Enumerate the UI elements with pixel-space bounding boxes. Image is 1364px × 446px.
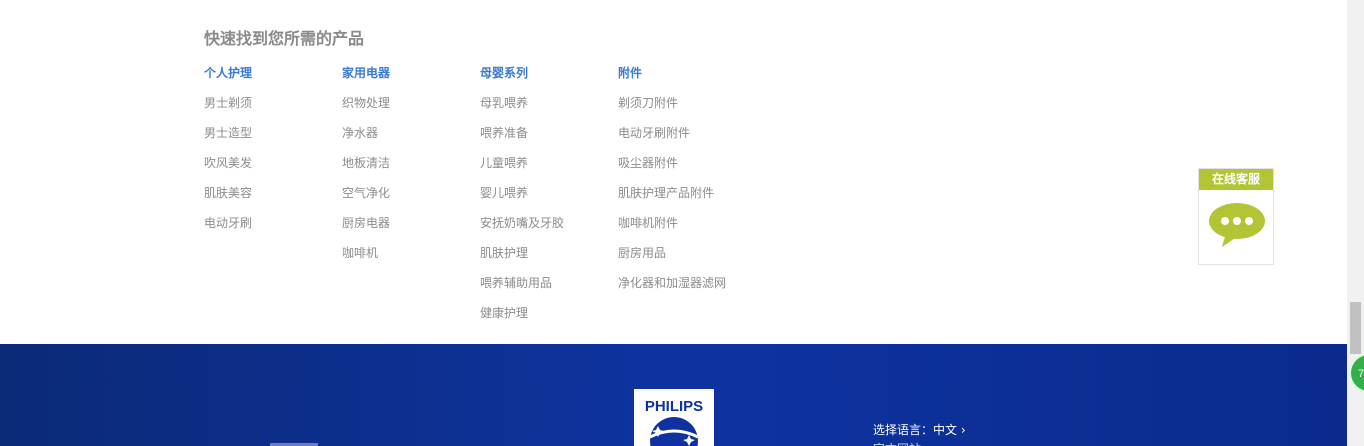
category-link[interactable]: 儿童喂养 [480, 154, 620, 184]
category-column-home-appliances: 家用电器 织物处理 净水器 地板清洁 空气净化 厨房电器 咖啡机 [342, 64, 482, 274]
svg-text:PHILIPS: PHILIPS [645, 398, 703, 415]
category-link[interactable]: 男士造型 [204, 124, 344, 154]
category-link[interactable]: 吸尘器附件 [618, 154, 758, 184]
footer-link[interactable]: 官方网站 [873, 440, 921, 446]
category-link[interactable]: 母乳喂养 [480, 94, 620, 124]
category-link[interactable]: 净水器 [342, 124, 482, 154]
category-link[interactable]: 安抚奶嘴及牙胶 [480, 214, 620, 244]
philips-logo[interactable]: PHILIPS [634, 389, 714, 446]
category-link[interactable]: 织物处理 [342, 94, 482, 124]
scrollbar-thumb[interactable] [1350, 302, 1361, 354]
category-link[interactable]: 健康护理 [480, 304, 620, 334]
floating-badge-icon[interactable]: 77 [1347, 351, 1364, 395]
chat-bubble-icon [1208, 203, 1266, 253]
category-link[interactable]: 地板清洁 [342, 154, 482, 184]
category-link[interactable]: 电动牙刷 [204, 214, 344, 244]
online-service-widget[interactable]: 在线客服 [1198, 168, 1274, 265]
category-link[interactable]: 吹风美发 [204, 154, 344, 184]
category-link[interactable]: 肌肤美容 [204, 184, 344, 214]
category-link[interactable]: 喂养辅助用品 [480, 274, 620, 304]
category-link[interactable]: 喂养准备 [480, 124, 620, 154]
category-link[interactable]: 肌肤护理产品附件 [618, 184, 758, 214]
category-link[interactable]: 男士剃须 [204, 94, 344, 124]
category-column-accessories: 附件 剃须刀附件 电动牙刷附件 吸尘器附件 肌肤护理产品附件 咖啡机附件 厨房用… [618, 64, 758, 304]
online-service-label: 在线客服 [1199, 169, 1273, 190]
category-head-home-appliances[interactable]: 家用电器 [342, 64, 482, 82]
category-link[interactable]: 咖啡机附件 [618, 214, 758, 244]
svg-text:77: 77 [1358, 368, 1364, 380]
category-link[interactable]: 净化器和加湿器滤网 [618, 274, 758, 304]
category-link[interactable]: 空气净化 [342, 184, 482, 214]
section-title: 快速找到您所需的产品 [204, 29, 365, 48]
category-link[interactable]: 肌肤护理 [480, 244, 620, 274]
category-column-mother-baby: 母婴系列 母乳喂养 喂养准备 儿童喂养 婴儿喂养 安抚奶嘴及牙胶 肌肤护理 喂养… [480, 64, 620, 334]
category-link[interactable]: 厨房电器 [342, 214, 482, 244]
language-selector[interactable]: 选择语言：中文 › [873, 421, 966, 438]
page: 快速找到您所需的产品 个人护理 男士剃须 男士造型 吹风美发 肌肤美容 电动牙刷… [0, 0, 1364, 446]
category-link[interactable]: 咖啡机 [342, 244, 482, 274]
category-head-mother-baby[interactable]: 母婴系列 [480, 64, 620, 82]
category-head-accessories[interactable]: 附件 [618, 64, 758, 82]
category-head-personal-care[interactable]: 个人护理 [204, 64, 344, 82]
category-link[interactable]: 婴儿喂养 [480, 184, 620, 214]
category-link[interactable]: 电动牙刷附件 [618, 124, 758, 154]
category-link[interactable]: 厨房用品 [618, 244, 758, 274]
category-link[interactable]: 剃须刀附件 [618, 94, 758, 124]
category-column-personal-care: 个人护理 男士剃须 男士造型 吹风美发 肌肤美容 电动牙刷 [204, 64, 344, 244]
